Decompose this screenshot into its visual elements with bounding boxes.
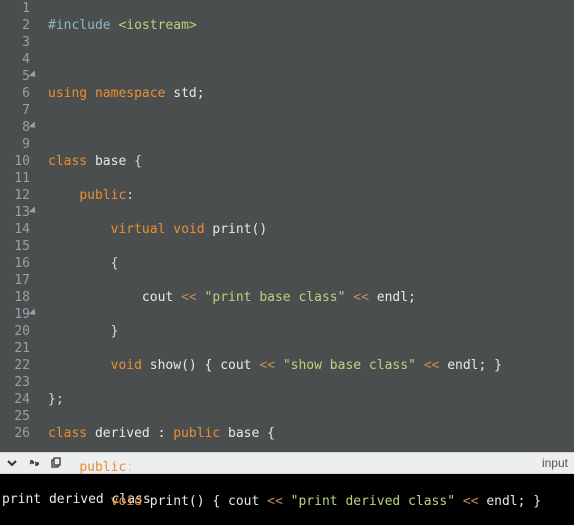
line-number: 15 bbox=[4, 238, 30, 255]
code-line: cout << "print base class" << endl; bbox=[48, 289, 541, 306]
line-number-gutter: 1 2 3 4 5 6 7 8 9 10 11 12 13 14 15 16 1… bbox=[0, 0, 38, 452]
code-line: public: bbox=[48, 459, 541, 476]
code-line: using namespace std; bbox=[48, 85, 541, 102]
line-number: 25 bbox=[4, 408, 30, 425]
line-number: 23 bbox=[4, 374, 30, 391]
line-number: 22 bbox=[4, 357, 30, 374]
line-number: 20 bbox=[4, 323, 30, 340]
collapse-icon[interactable] bbox=[6, 457, 18, 469]
code-line: class base { bbox=[48, 153, 541, 170]
code-line: void print() { cout << "print derived cl… bbox=[48, 493, 541, 510]
code-area[interactable]: #include <iostream> using namespace std;… bbox=[38, 0, 541, 452]
fold-icon[interactable] bbox=[29, 308, 38, 317]
line-number: 13 bbox=[4, 204, 30, 221]
line-number: 5 bbox=[4, 68, 30, 85]
code-line: virtual void print() bbox=[48, 221, 541, 238]
expand-icon[interactable] bbox=[28, 457, 40, 469]
line-number: 1 bbox=[4, 0, 30, 17]
line-number: 6 bbox=[4, 85, 30, 102]
code-line bbox=[48, 119, 541, 136]
code-line: public: bbox=[48, 187, 541, 204]
line-number: 8 bbox=[4, 119, 30, 136]
line-number: 3 bbox=[4, 34, 30, 51]
line-number: 7 bbox=[4, 102, 30, 119]
code-line: } bbox=[48, 323, 541, 340]
line-number: 21 bbox=[4, 340, 30, 357]
code-line: { bbox=[48, 255, 541, 272]
fold-icon[interactable] bbox=[29, 121, 38, 130]
line-number: 17 bbox=[4, 272, 30, 289]
code-line: void show() { cout << "show base class" … bbox=[48, 357, 541, 374]
code-line bbox=[48, 51, 541, 68]
line-number: 14 bbox=[4, 221, 30, 238]
fold-icon[interactable] bbox=[29, 206, 38, 215]
line-number: 19 bbox=[4, 306, 30, 323]
fold-icon[interactable] bbox=[29, 70, 38, 79]
line-number: 2 bbox=[4, 17, 30, 34]
line-number: 10 bbox=[4, 153, 30, 170]
line-number: 9 bbox=[4, 136, 30, 153]
line-number: 18 bbox=[4, 289, 30, 306]
code-line: }; bbox=[48, 391, 541, 408]
input-label[interactable]: input bbox=[542, 456, 568, 470]
line-number: 11 bbox=[4, 170, 30, 187]
code-line: #include <iostream> bbox=[48, 17, 541, 34]
line-number: 26 bbox=[4, 425, 30, 442]
line-number: 4 bbox=[4, 51, 30, 68]
line-number: 16 bbox=[4, 255, 30, 272]
line-number: 24 bbox=[4, 391, 30, 408]
code-editor[interactable]: 1 2 3 4 5 6 7 8 9 10 11 12 13 14 15 16 1… bbox=[0, 0, 574, 452]
code-line: class derived : public base { bbox=[48, 425, 541, 442]
line-number: 12 bbox=[4, 187, 30, 204]
